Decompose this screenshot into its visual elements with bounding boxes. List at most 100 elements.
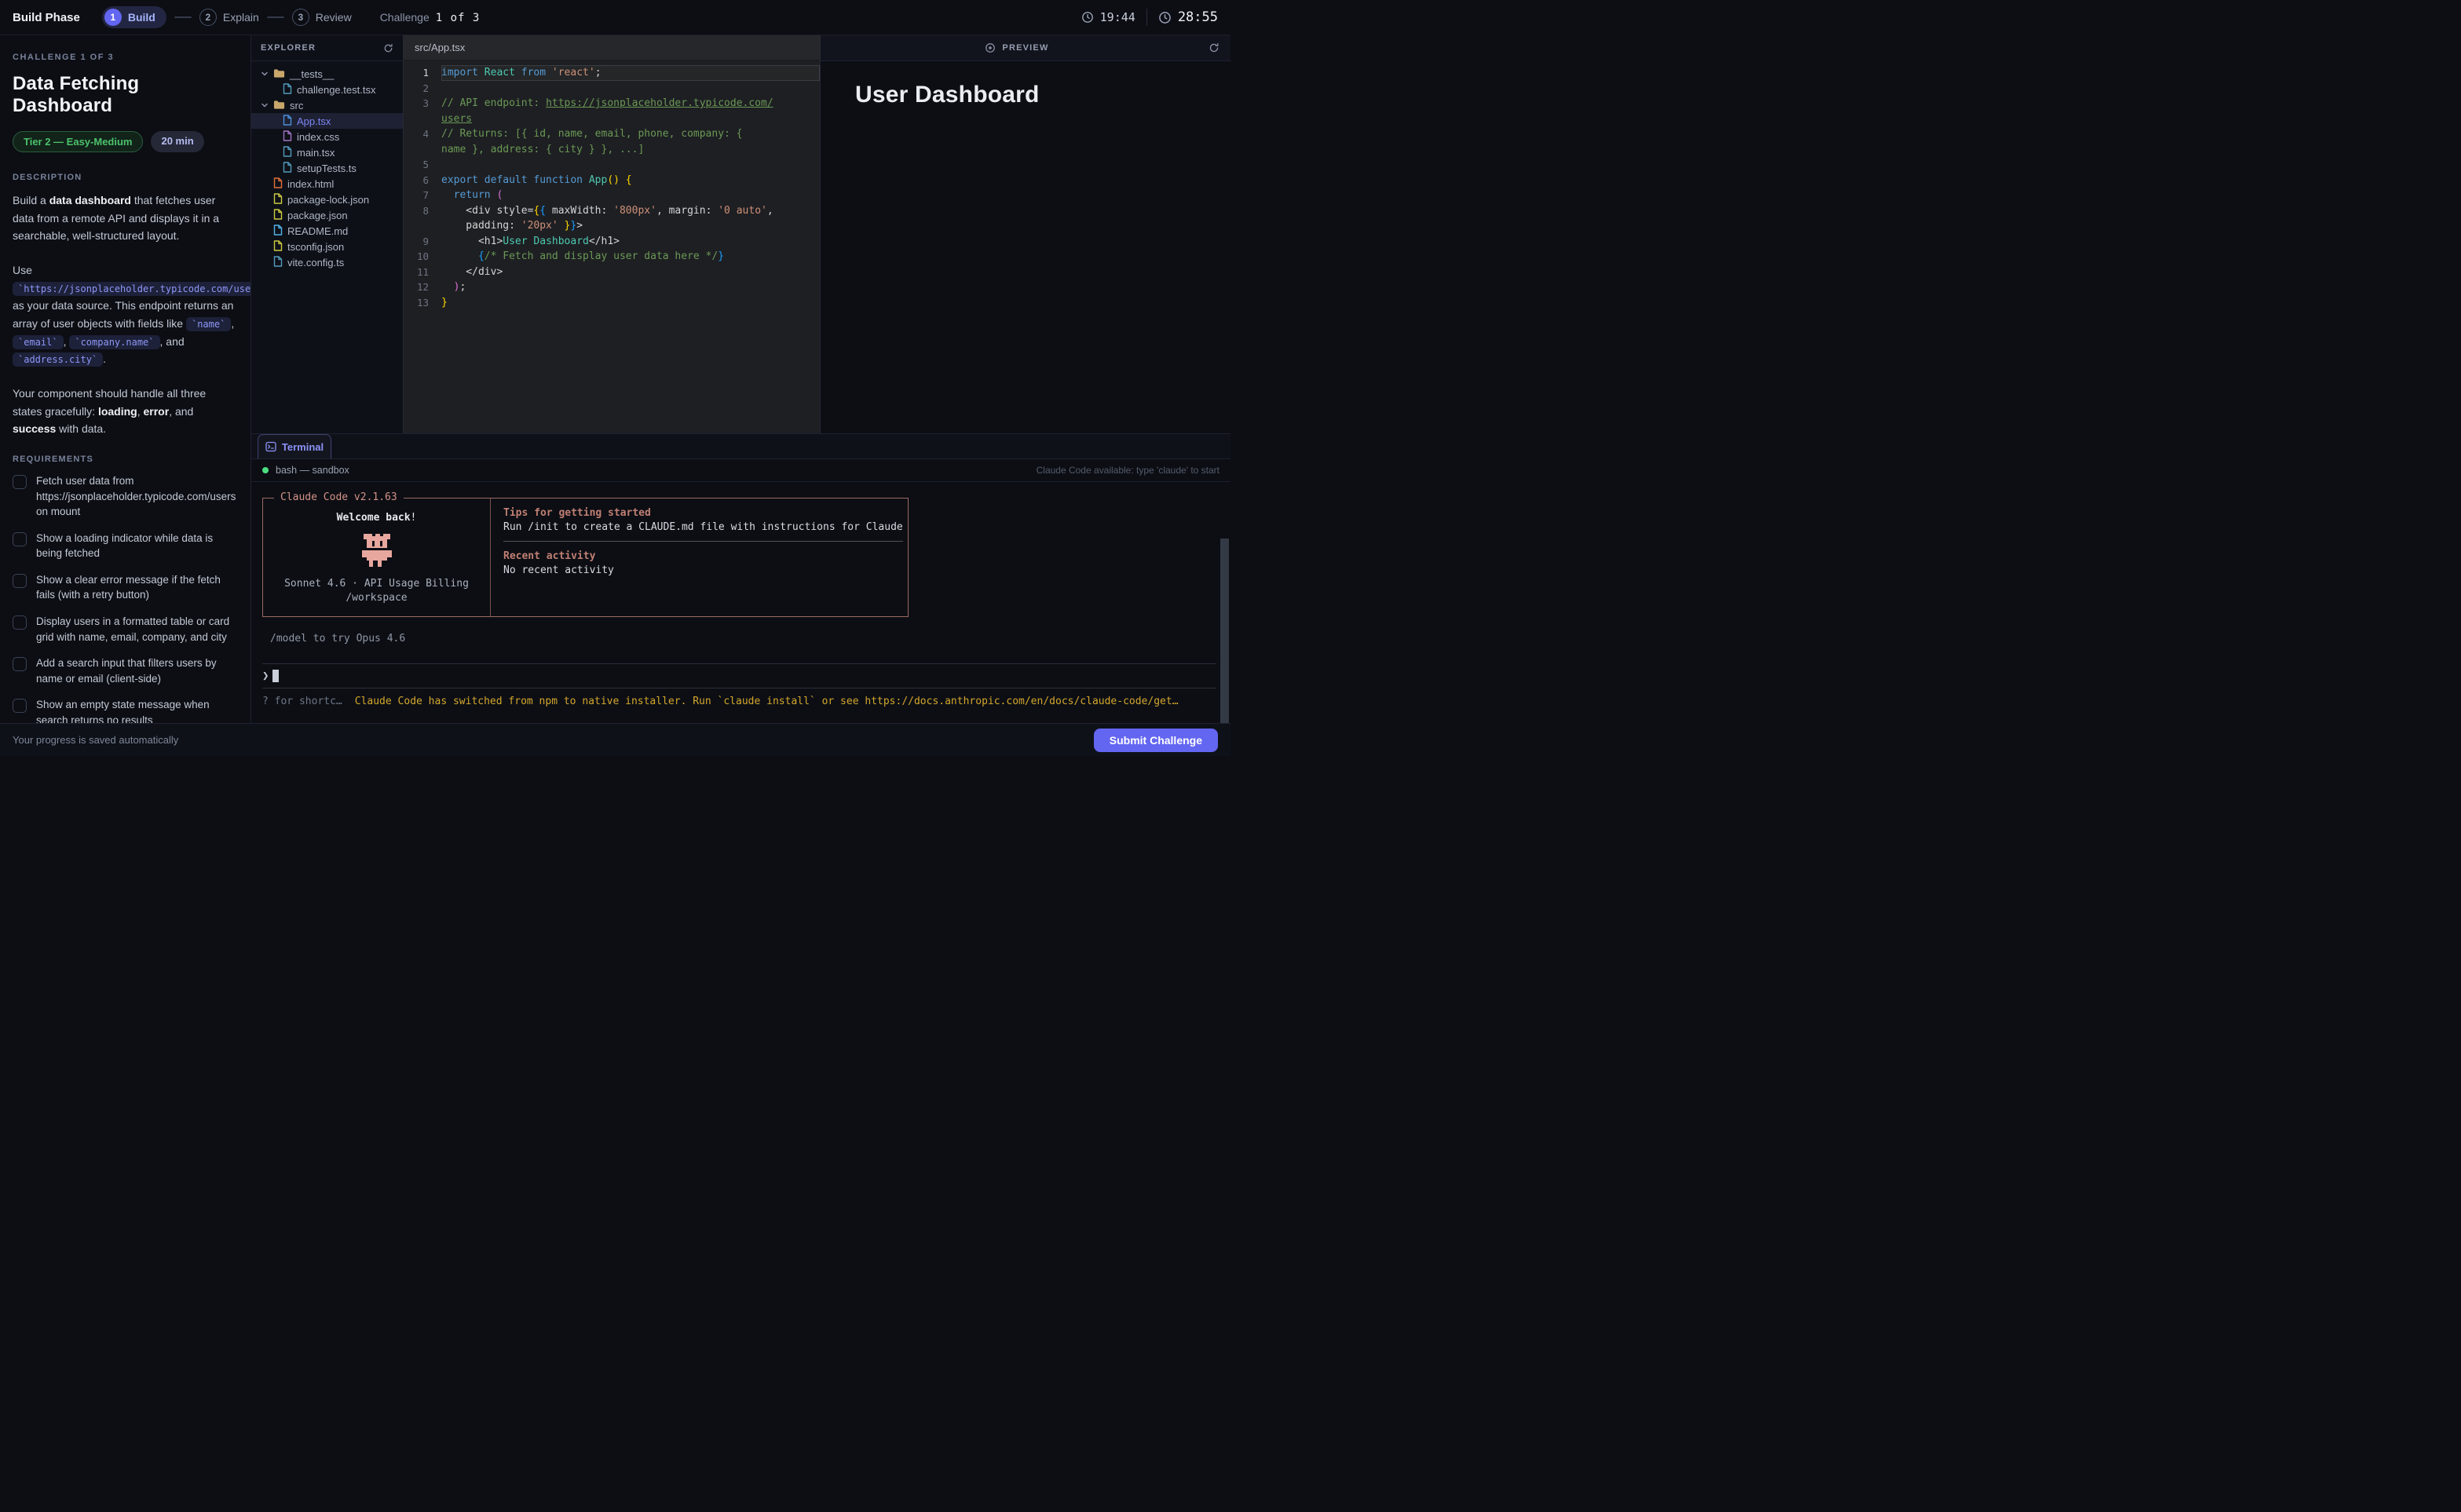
- line-number: [404, 142, 441, 158]
- challenge-count: 1 of 3: [436, 12, 481, 24]
- line-number: 11: [404, 265, 441, 280]
- requirement-text: Show an empty state message when search …: [36, 697, 238, 723]
- explorer-title: EXPLORER: [261, 43, 316, 53]
- folder-item--tests-[interactable]: __tests__: [251, 66, 403, 82]
- code-token: maxWidth:: [546, 205, 613, 217]
- code-line: 1import React from 'react';: [404, 65, 820, 81]
- file-item-app-tsx[interactable]: App.tsx: [251, 113, 403, 129]
- code-token: </div>: [441, 266, 503, 278]
- code-token: () {: [607, 174, 631, 186]
- description-paragraph: Use `https://jsonplaceholder.typicode.co…: [13, 261, 238, 368]
- file-item-main-tsx[interactable]: main.tsx: [251, 144, 403, 160]
- code-token: [558, 220, 565, 232]
- file-item-index-html[interactable]: index.html: [251, 176, 403, 192]
- refresh-icon[interactable]: [383, 43, 393, 53]
- file-item-vite-config-ts[interactable]: vite.config.ts: [251, 254, 403, 270]
- terminal-scrollbar[interactable]: [1220, 539, 1229, 723]
- line-number: 2: [404, 81, 441, 97]
- code-token: // Returns: [{ id, name, email, phone, c…: [441, 128, 743, 140]
- app-root: Build Phase 1Build2Explain3Review Challe…: [0, 0, 1230, 756]
- file-label: App.tsx: [297, 115, 331, 127]
- file-item-tsconfig-json[interactable]: tsconfig.json: [251, 239, 403, 254]
- terminal-body[interactable]: Claude Code v2.1.63 Welcome back!: [251, 482, 1230, 723]
- code-line: 6export default function App() {: [404, 173, 820, 188]
- chevron-down-icon[interactable]: [261, 70, 269, 78]
- file-item-challenge-test-tsx[interactable]: challenge.test.tsx: [251, 82, 403, 97]
- timer-secondary-value: 28:55: [1178, 9, 1218, 25]
- folder-item-src[interactable]: src: [251, 97, 403, 113]
- file-item-index-css[interactable]: index.css: [251, 129, 403, 144]
- file-label: setupTests.ts: [297, 163, 357, 174]
- file-icon: [273, 256, 283, 269]
- file-label: main.tsx: [297, 147, 335, 159]
- file-item-readme-md[interactable]: README.md: [251, 223, 403, 239]
- requirement-checkbox[interactable]: [13, 699, 27, 713]
- requirement-checkbox[interactable]: [13, 657, 27, 671]
- phase-steps: 1Build 2Explain 3Review: [102, 6, 352, 28]
- requirement-checkbox[interactable]: [13, 532, 27, 546]
- line-number: 5: [404, 157, 441, 173]
- editor-tab[interactable]: src/App.tsx: [415, 42, 465, 53]
- inline-code: `email`: [13, 335, 64, 349]
- line-number: 7: [404, 188, 441, 203]
- code-token: }: [718, 250, 724, 262]
- code-line-text: [441, 81, 820, 97]
- code-token: <h1>: [441, 236, 503, 247]
- shortcuts-hint: ? for shortc…: [262, 696, 342, 707]
- step-number: 2: [199, 9, 217, 26]
- step-build[interactable]: 1Build: [102, 6, 166, 28]
- text: Build a: [13, 194, 49, 206]
- requirement-checkbox[interactable]: [13, 615, 27, 630]
- file-icon: [273, 209, 283, 222]
- code-token: App: [589, 174, 607, 186]
- terminal-prompt[interactable]: ❯: [262, 664, 1216, 688]
- inline-code: `name`: [186, 317, 231, 331]
- text: , and: [160, 335, 185, 348]
- requirement-checkbox[interactable]: [13, 574, 27, 588]
- file-item-package-lock-json[interactable]: package-lock.json: [251, 192, 403, 207]
- claude-mascot: [359, 534, 395, 570]
- file-icon: [283, 83, 292, 97]
- description-paragraph: Your component should handle all three s…: [13, 385, 238, 438]
- refresh-icon[interactable]: [1209, 42, 1220, 53]
- file-tree: __tests__ challenge.test.tsxsrc App.tsx ind…: [251, 61, 403, 270]
- code-token: [441, 281, 454, 293]
- explorer-header: EXPLORER: [251, 35, 403, 61]
- top-bar: Build Phase 1Build2Explain3Review Challe…: [0, 0, 1230, 35]
- code-line-text: <div style={{ maxWidth: '800px', margin:…: [441, 203, 820, 219]
- code-line-text: {/* Fetch and display user data here */}: [441, 249, 820, 265]
- file-label: tsconfig.json: [287, 241, 344, 253]
- step-explain[interactable]: 2Explain: [199, 9, 259, 26]
- step-separator: [174, 16, 192, 18]
- claude-box-left: Welcome back!: [263, 499, 491, 616]
- claude-box-right: Tips for getting started Run /init to cr…: [491, 499, 916, 616]
- step-label: Build: [128, 11, 155, 24]
- code-token: , margin:: [656, 205, 718, 217]
- file-icon: [273, 177, 283, 191]
- code-token: User Dashboard: [503, 236, 589, 247]
- file-item-setuptests-ts[interactable]: setupTests.ts: [251, 160, 403, 176]
- step-review[interactable]: 3Review: [292, 9, 352, 26]
- code-line-text: padding: '20px' }}>: [441, 218, 820, 234]
- submit-challenge-button[interactable]: Submit Challenge: [1094, 729, 1218, 752]
- code-line-text: name }, address: { city } }, ...]: [441, 142, 820, 158]
- inline-code: `address.city`: [13, 352, 103, 367]
- terminal-tab[interactable]: Terminal: [258, 434, 331, 458]
- code-area[interactable]: 1import React from 'react';23// API endp…: [404, 60, 820, 433]
- file-item-package-json[interactable]: package.json: [251, 207, 403, 223]
- code-token: name }, address: { city } }, ...]: [441, 144, 644, 155]
- code-token: ;: [459, 281, 466, 293]
- timer-secondary: 28:55: [1158, 9, 1218, 25]
- footer-bar: Your progress is saved automatically Sub…: [0, 723, 1230, 756]
- requirement-checkbox[interactable]: [13, 475, 27, 489]
- text: with data.: [56, 422, 106, 435]
- claude-box-title: Claude Code v2.1.63: [274, 491, 404, 503]
- code-line: users: [404, 111, 820, 127]
- file-label: __tests__: [290, 68, 334, 80]
- file-icon: [283, 162, 292, 175]
- requirement-text: Add a search input that filters users by…: [36, 656, 238, 686]
- chevron-down-icon[interactable]: [261, 101, 269, 109]
- terminal-foot-line: ? for shortc… Claude Code has switched f…: [262, 696, 1216, 707]
- file-label: vite.config.ts: [287, 257, 344, 268]
- preview-header: PREVIEW: [821, 35, 1230, 61]
